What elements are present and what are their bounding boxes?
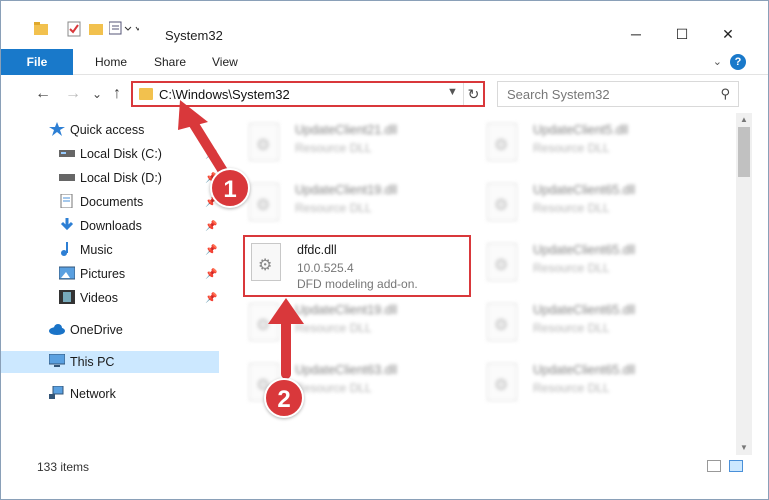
download-icon — [59, 217, 75, 231]
folder-icon — [139, 88, 153, 100]
step-badge-1: 1 — [210, 168, 250, 208]
ribbon-tabs: File Home Share View ⌄ ? — [1, 49, 768, 75]
customize-quick-access-icon[interactable] — [108, 21, 141, 38]
sidebar-item-videos[interactable]: Videos — [59, 287, 118, 309]
forward-button[interactable]: → — [63, 83, 83, 105]
videos-icon — [59, 289, 75, 304]
navigation-pane: Quick access Local Disk (C:) 📌 Local Dis… — [1, 113, 219, 453]
refresh-button[interactable]: ↻ — [463, 83, 483, 105]
dll-file-icon: ⚙ — [249, 123, 279, 161]
dfdc-dll-file[interactable]: ⚙ dfdc.dll 10.0.525.4 DFD modeling add-o… — [243, 235, 471, 297]
details-view-icon[interactable] — [707, 460, 721, 472]
list-item[interactable]: ⚙ UpdateClient65.dll Resource DLL — [481, 237, 711, 293]
sidebar-item-network[interactable]: Network — [49, 383, 116, 405]
documents-icon — [59, 193, 75, 209]
explorer-window: System32 ─ ☐ ✕ File Home Share View ⌄ ? … — [0, 0, 769, 500]
large-icons-view-icon[interactable] — [729, 460, 743, 472]
sidebar-item-quick-access[interactable]: Quick access — [49, 119, 144, 141]
address-path[interactable]: C:\Windows\System32 — [159, 87, 290, 102]
dll-file-icon: ⚙ — [487, 243, 517, 281]
dll-file-icon: ⚙ — [487, 183, 517, 221]
up-button[interactable]: ↑ — [107, 83, 127, 105]
sidebar-item-local-disk-d[interactable]: Local Disk (D:) — [59, 167, 162, 189]
folder-icon — [34, 21, 48, 38]
back-button[interactable]: ← — [33, 83, 53, 105]
expand-ribbon-icon[interactable]: ⌄ — [713, 55, 722, 68]
sidebar-item-local-disk-c[interactable]: Local Disk (C:) — [59, 143, 162, 165]
list-item[interactable]: ⚙ UpdateClient65.dll Resource DLL — [481, 177, 711, 233]
dll-file-icon: ⚙ — [487, 363, 517, 401]
scrollbar-thumb[interactable] — [738, 127, 750, 177]
window-title: System32 — [165, 28, 223, 43]
list-item[interactable]: ⚙ UpdateClient65.dll Resource DLL — [481, 297, 711, 353]
sidebar-item-this-pc[interactable]: This PC — [1, 351, 219, 373]
scroll-down-icon[interactable]: ▼ — [736, 441, 752, 455]
list-item[interactable]: ⚙ UpdateClient19.dll Resource DLL — [243, 297, 473, 353]
dll-file-icon: ⚙ — [249, 183, 279, 221]
vertical-scrollbar[interactable]: ▲ ▼ — [736, 113, 752, 455]
recent-locations-button[interactable]: ⌄ — [87, 83, 107, 105]
sidebar-item-onedrive[interactable]: OneDrive — [49, 319, 123, 341]
dll-file-icon: ⚙ — [251, 243, 281, 281]
computer-icon — [48, 353, 66, 367]
list-item[interactable]: ⚙ UpdateClient5.dll Resource DLL — [481, 117, 711, 173]
dll-file-icon: ⚙ — [249, 303, 279, 341]
close-button[interactable]: ✕ — [705, 21, 751, 47]
star-icon — [49, 121, 65, 136]
list-item[interactable]: ⚙ UpdateClient65.dll Resource DLL — [481, 357, 711, 413]
cloud-icon — [49, 321, 65, 335]
pin-icon[interactable]: 📌 — [205, 221, 217, 232]
help-button[interactable]: ? — [730, 54, 746, 70]
tab-home[interactable]: Home — [95, 49, 127, 75]
drive-icon — [59, 145, 75, 159]
pin-icon[interactable]: 📌 — [205, 293, 217, 304]
address-bar[interactable]: C:\Windows\System32 ▼ ↻ — [131, 81, 485, 107]
tab-share[interactable]: Share — [154, 49, 186, 75]
sidebar-item-downloads[interactable]: Downloads — [59, 215, 142, 237]
tab-file[interactable]: File — [1, 49, 73, 75]
maximize-button[interactable]: ☐ — [659, 21, 705, 47]
item-count: 133 items — [37, 460, 90, 474]
pictures-icon — [58, 265, 76, 280]
dll-file-icon: ⚙ — [487, 303, 517, 341]
tab-view[interactable]: View — [212, 49, 238, 75]
pin-icon[interactable]: 📌 — [205, 149, 217, 160]
search-icon[interactable]: ⚲ — [720, 86, 730, 102]
list-item[interactable]: ⚙ UpdateClient21.dll Resource DLL — [243, 117, 473, 173]
sidebar-item-documents[interactable]: Documents — [59, 191, 143, 213]
dll-file-icon: ⚙ — [487, 123, 517, 161]
step-badge-2: 2 — [264, 378, 304, 418]
drive-icon — [59, 169, 75, 183]
list-item[interactable]: ⚙ UpdateClient19.dll Resource DLL — [243, 177, 473, 233]
scroll-up-icon[interactable]: ▲ — [736, 113, 752, 127]
network-icon — [49, 385, 65, 399]
sidebar-item-pictures[interactable]: Pictures — [58, 263, 125, 285]
search-placeholder: Search System32 — [507, 87, 610, 102]
status-bar: 133 items — [1, 455, 768, 479]
chevron-down-icon[interactable]: ▼ — [447, 86, 458, 98]
title-bar: System32 ─ ☐ ✕ — [1, 1, 768, 47]
new-folder-icon[interactable] — [89, 21, 103, 38]
music-icon — [59, 241, 75, 256]
pin-icon[interactable]: 📌 — [205, 245, 217, 256]
minimize-button[interactable]: ─ — [613, 21, 659, 47]
pin-icon[interactable]: 📌 — [205, 269, 217, 280]
address-row: ← → ⌄ ↑ C:\Windows\System32 ▼ ↻ Search S… — [1, 79, 768, 109]
properties-icon[interactable] — [67, 21, 81, 40]
search-input[interactable]: Search System32 ⚲ — [497, 81, 739, 107]
sidebar-item-music[interactable]: Music — [59, 239, 113, 261]
